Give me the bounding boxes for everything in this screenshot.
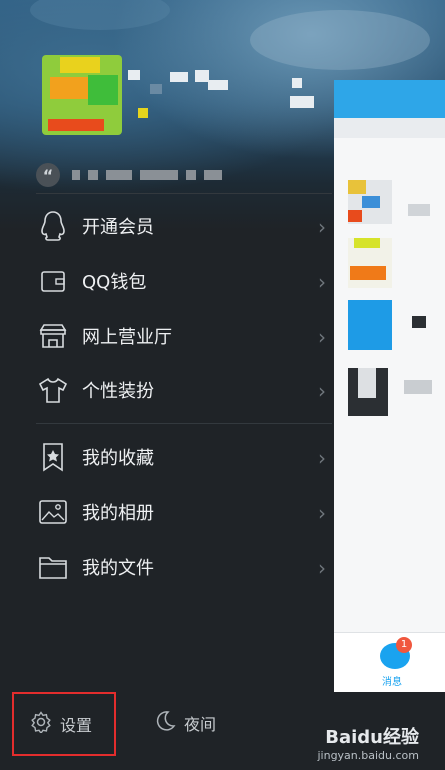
chevron-right-icon: › [318,556,326,580]
menu-item-business-hall[interactable]: 网上营业厅 › [36,309,332,363]
signature-row[interactable]: “ [36,160,331,190]
menu-label: 网上营业厅 [82,327,172,348]
menu-item-vip[interactable]: 开通会员 › [36,199,332,253]
chevron-right-icon: › [318,446,326,470]
preview-redacted [412,316,426,328]
preview-redacted [408,204,430,216]
menu-item-personalize[interactable]: 个性装扮 › [36,363,332,417]
chevron-right-icon: › [318,379,326,403]
menu-label: 个性装扮 [82,381,154,402]
wallet-icon [36,264,70,298]
menu-item-wallet[interactable]: QQ钱包 › [36,254,332,308]
signature-redacted [186,170,196,180]
signature-redacted [106,170,132,180]
menu-item-favorites[interactable]: 我的收藏 › [36,430,332,484]
menu-item-files[interactable]: 我的文件 › [36,540,332,594]
chevron-right-icon: › [318,501,326,525]
moon-icon [154,710,176,736]
contact-avatar-redacted[interactable] [348,180,392,224]
night-label: 夜间 [184,715,217,734]
menu-item-album[interactable]: 我的相册 › [36,485,332,539]
contact-avatar-redacted[interactable] [348,368,388,416]
penguin-icon [36,209,70,243]
signature-redacted [72,170,80,180]
preview-redacted [404,380,432,394]
contact-avatar-redacted[interactable] [348,238,392,288]
divider [36,193,332,194]
folder-icon [36,550,70,584]
signature-redacted [88,170,98,180]
bookmark-star-icon [36,440,70,474]
menu-label: 开通会员 [82,217,154,238]
menu-label: 我的收藏 [82,448,154,469]
menu-label: QQ钱包 [82,272,147,293]
tab-label: 消息 [382,677,402,688]
unread-badge: 1 [396,637,412,653]
watermark-logo: Baidu经验 [325,727,419,748]
signature-redacted [140,170,178,180]
tshirt-icon [36,373,70,407]
drawer-bottom-bar: 设置 夜间 Baidu经验 jingyan.baidu.com [0,692,445,770]
avatar[interactable] [42,55,122,135]
wave-highlight [30,0,170,30]
bottom-tab-bar: 1 消息 [334,632,445,693]
watermark-url: jingyan.baidu.com [317,749,419,762]
night-mode-button[interactable]: 夜间 [154,710,216,736]
divider [36,423,332,424]
wave-highlight [250,10,430,70]
store-icon [36,319,70,353]
title-bar [334,80,445,118]
chevron-right-icon: › [318,215,326,239]
chevron-right-icon: › [318,325,326,349]
contact-avatar-redacted[interactable] [348,300,392,350]
main-content-panel[interactable]: 1 消息 [334,80,445,693]
search-strip[interactable] [334,118,445,138]
signature-redacted [204,170,222,180]
photo-icon [36,495,70,529]
quote-icon: “ [36,163,60,187]
menu-label: 我的相册 [82,503,154,524]
gear-icon [30,711,52,737]
menu-label: 我的文件 [82,558,154,579]
chevron-right-icon: › [318,270,326,294]
settings-label: 设置 [60,716,93,735]
settings-button[interactable]: 设置 [12,692,116,756]
avatar-pixel [138,108,148,118]
baidu-watermark: Baidu经验 jingyan.baidu.com [317,723,419,762]
